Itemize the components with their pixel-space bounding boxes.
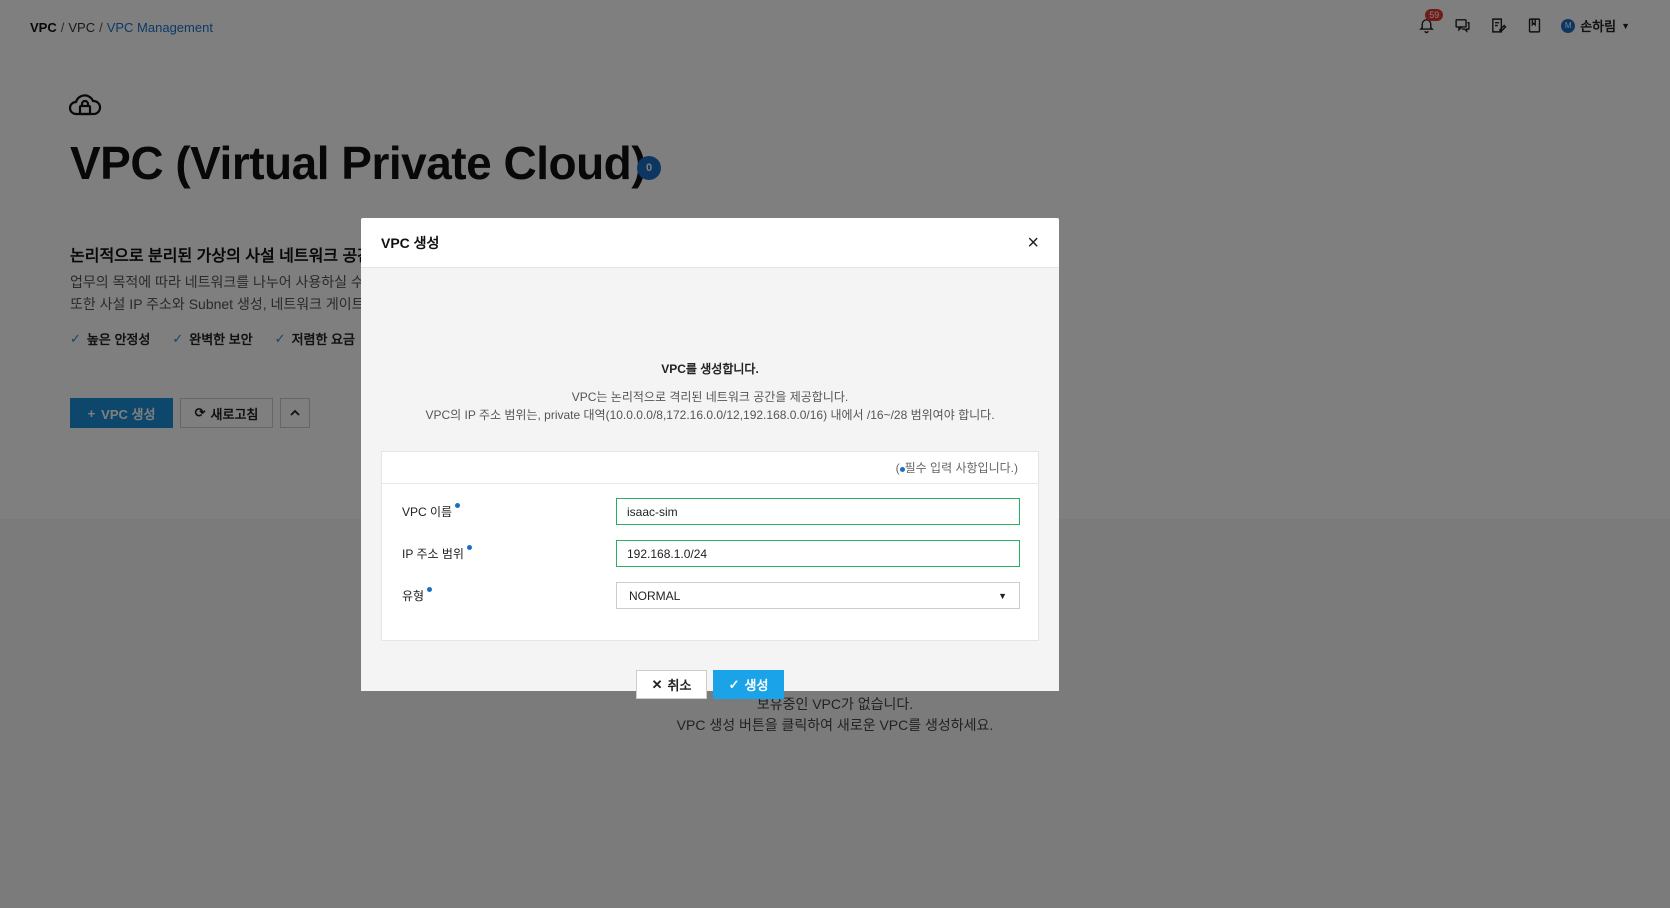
required-note-text: 필수 입력 사항입니다.) [904,461,1018,475]
close-icon[interactable]: × [1027,233,1039,253]
type-select[interactable]: NORMAL ▼ [616,582,1020,609]
vpc-name-input[interactable] [616,498,1020,525]
create-vpc-dialog: VPC 생성 × VPC를 생성합니다. VPC는 논리적으로 격리된 네트워크… [361,218,1059,699]
ip-range-label: IP 주소 범위 [402,545,616,562]
required-note-prefix: ( [895,460,900,475]
vpc-form: ( 필수 입력 사항입니다.) VPC 이름 IP 주소 범위 유형 [381,451,1039,641]
type-label: 유형 [402,587,616,604]
dialog-description-line-1: VPC는 논리적으로 격리된 네트워크 공간을 제공합니다. [571,390,849,404]
required-dot-icon [466,545,472,550]
dialog-header: VPC 생성 × [361,218,1059,268]
close-icon: ✕ [651,676,663,692]
dialog-title: VPC 생성 [381,234,440,251]
ip-range-row: IP 주소 범위 [402,540,1022,567]
ip-range-label-text: IP 주소 범위 [402,547,464,561]
required-note: ( 필수 입력 사항입니다.) [382,452,1038,484]
cancel-label: 취소 [667,678,692,693]
dialog-footer: ✕ 취소 ✓ 생성 [361,670,1059,699]
vpc-name-label: VPC 이름 [402,503,616,520]
vpc-name-row: VPC 이름 [402,498,1022,525]
dialog-body: VPC를 생성합니다. VPC는 논리적으로 격리된 네트워크 공간을 제공합니… [361,268,1059,699]
dialog-heading: VPC를 생성합니다. [661,362,759,376]
dialog-description-line-2: VPC의 IP 주소 범위는, private 대역(10.0.0.0/8,17… [425,408,995,422]
submit-label: 생성 [744,678,769,693]
chevron-down-icon: ▼ [998,590,1007,601]
submit-create-button[interactable]: ✓ 생성 [713,670,784,699]
type-label-text: 유형 [402,589,425,603]
ip-range-input[interactable] [616,540,1020,567]
type-row: 유형 NORMAL ▼ [402,582,1022,609]
check-icon: ✓ [728,676,740,692]
cancel-button[interactable]: ✕ 취소 [636,670,707,699]
required-dot-icon [427,587,433,592]
type-select-value: NORMAL [629,588,681,603]
required-dot-icon [455,503,461,508]
vpc-name-label-text: VPC 이름 [402,505,453,519]
